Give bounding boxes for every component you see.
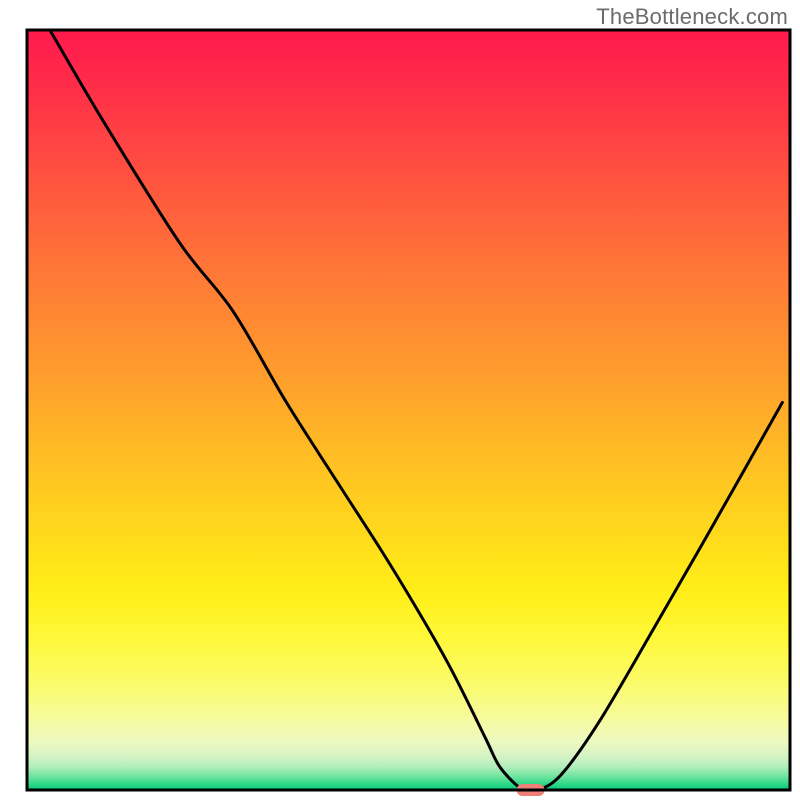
chart-svg: [0, 0, 800, 800]
watermark-text: TheBottleneck.com: [596, 4, 788, 30]
bottleneck-chart: TheBottleneck.com: [0, 0, 800, 800]
